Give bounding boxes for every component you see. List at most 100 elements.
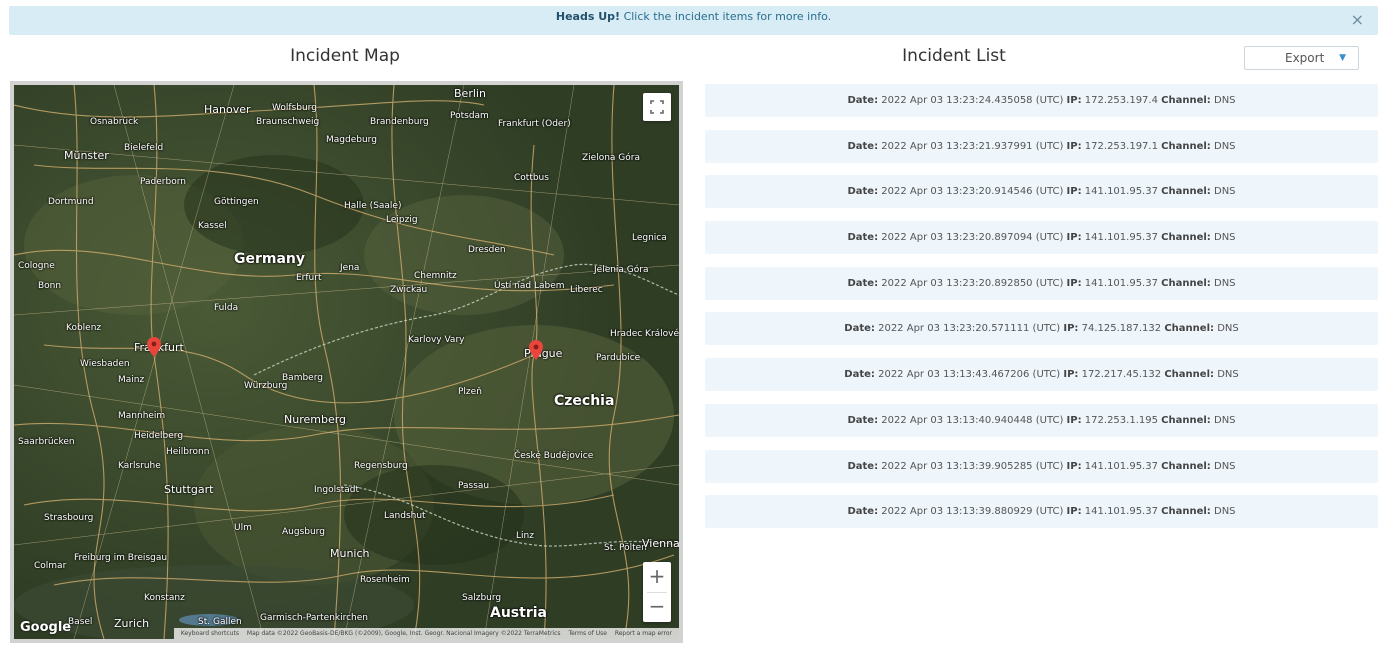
incident-item[interactable]: Date: 2022 Apr 03 13:23:20.897094 (UTC) … (705, 221, 1378, 255)
map-city-label: Leipzig (386, 215, 418, 225)
incident-channel: DNS (1214, 232, 1236, 244)
incident-date: 2022 Apr 03 13:23:20.571111 (UTC) (878, 323, 1061, 335)
close-icon[interactable]: × (1351, 9, 1364, 31)
caret-down-icon: ▼ (1339, 53, 1346, 63)
incident-item[interactable]: Date: 2022 Apr 03 13:23:21.937991 (UTC) … (705, 129, 1378, 163)
incident-ip: 141.101.95.37 (1084, 460, 1158, 472)
incident-date: 2022 Apr 03 13:13:43.467206 (UTC) (878, 369, 1061, 381)
incident-date-label: Date: (847, 506, 879, 518)
map-city-label: Berlin (454, 87, 486, 100)
keyboard-shortcuts-link[interactable]: Keyboard shortcuts (181, 630, 239, 637)
map-city-label: Passau (458, 481, 490, 491)
map-city-label: Wolfsburg (272, 103, 317, 113)
incident-channel: DNS (1214, 140, 1236, 152)
incident-channel-label: Channel: (1161, 186, 1211, 198)
fullscreen-button[interactable] (643, 93, 671, 121)
terms-of-use-link[interactable]: Terms of Use (568, 630, 606, 637)
map-city-label: Erfurt (296, 273, 322, 283)
map-city-label: Czechia (554, 393, 615, 409)
export-button[interactable]: Export ▼ (1244, 46, 1359, 70)
zoom-in-button[interactable]: + (643, 562, 671, 592)
map-city-label: Strasbourg (44, 513, 94, 523)
map-city-label: St. Pölten (604, 543, 647, 553)
map-city-label: Zurich (114, 617, 150, 630)
incident-channel-label: Channel: (1161, 232, 1211, 244)
incident-channel: DNS (1217, 323, 1239, 335)
incident-ip-label: IP: (1066, 95, 1082, 106)
map-city-label: Würzburg (244, 381, 288, 391)
incident-item[interactable]: Date: 2022 Apr 03 13:13:40.940448 (UTC) … (705, 403, 1378, 437)
map-city-label: Karlovy Vary (408, 335, 465, 345)
incident-ip-label: IP: (1066, 186, 1082, 198)
incident-channel: DNS (1214, 186, 1236, 198)
map-city-label: Germany (234, 251, 306, 267)
incident-item[interactable]: Date: 2022 Apr 03 13:23:20.914546 (UTC) … (705, 175, 1378, 209)
incident-channel: DNS (1214, 506, 1236, 518)
map-city-label: Linz (516, 531, 534, 541)
map-city-label: Bamberg (282, 373, 323, 383)
map-city-label: Vienna (642, 537, 680, 550)
incident-ip: 172.253.1.195 (1084, 414, 1158, 426)
incident-ip-label: IP: (1063, 369, 1079, 381)
incident-ip: 141.101.95.37 (1084, 277, 1158, 289)
map-city-label: Liberec (570, 285, 603, 295)
map-city-label: Plzeň (458, 387, 482, 397)
incident-ip-label: IP: (1066, 277, 1082, 289)
map-city-label: Braunschweig (256, 117, 320, 127)
incident-date-label: Date: (847, 140, 879, 152)
map-city-label: Ingolstadt (314, 485, 360, 495)
map-city-label: Zwickau (390, 285, 428, 295)
incident-date: 2022 Apr 03 13:23:24.435058 (UTC) (881, 95, 1064, 106)
map-city-label: Kassel (198, 221, 227, 231)
map-city-label: Garmisch-Partenkirchen (260, 613, 369, 623)
map-city-label: Salzburg (462, 593, 502, 603)
map-city-label: Bonn (38, 281, 62, 291)
incident-item[interactable]: Date: 2022 Apr 03 13:13:39.880929 (UTC) … (705, 495, 1378, 529)
incident-item[interactable]: Date: 2022 Apr 03 13:13:43.467206 (UTC) … (705, 358, 1378, 392)
incident-item[interactable]: Date: 2022 Apr 03 13:23:20.571111 (UTC) … (705, 312, 1378, 346)
incident-ip: 172.217.45.132 (1081, 369, 1162, 381)
incident-date-label: Date: (844, 323, 875, 335)
fullscreen-icon (650, 100, 664, 114)
incident-item[interactable]: Date: 2022 Apr 03 13:13:39.905285 (UTC) … (705, 449, 1378, 483)
map-city-label: Jena (340, 263, 360, 273)
incident-channel-label: Channel: (1161, 506, 1211, 518)
map-marker-pin-prague[interactable] (529, 340, 543, 360)
map-city-label: Hradec Králové (610, 329, 680, 339)
map-city-label: Dortmund (48, 197, 94, 207)
incident-list: Date: 2022 Apr 03 13:23:24.435058 (UTC) … (705, 84, 1378, 541)
map-city-label: Chemnitz (414, 271, 457, 281)
map-city-label: Cologne (18, 261, 55, 271)
incident-date: 2022 Apr 03 13:13:40.940448 (UTC) (881, 414, 1064, 426)
incident-map[interactable]: Berlin Hanover Wolfsburg Potsdam Brandenburg… (10, 81, 683, 643)
incident-ip: 141.101.95.37 (1084, 186, 1158, 198)
map-city-label: Mannheim (118, 411, 166, 421)
map-city-label: Fulda (214, 303, 239, 313)
google-logo: Google (20, 620, 72, 635)
zoom-out-button[interactable]: − (643, 592, 671, 622)
incident-ip-label: IP: (1063, 323, 1079, 335)
incident-ip-label: IP: (1066, 414, 1082, 426)
incident-date: 2022 Apr 03 13:13:39.905285 (UTC) (881, 460, 1064, 472)
map-city-label: Ústí nad Labem (494, 281, 565, 291)
incident-date: 2022 Apr 03 13:23:21.937991 (UTC) (881, 140, 1064, 152)
incident-ip-label: IP: (1066, 232, 1082, 244)
incident-item[interactable]: Date: 2022 Apr 03 13:23:20.892850 (UTC) … (705, 266, 1378, 300)
alert-message: Click the incident items for more info. (623, 10, 832, 23)
incident-date: 2022 Apr 03 13:23:20.897094 (UTC) (881, 232, 1064, 244)
map-marker-pin-frankfurt[interactable] (147, 337, 161, 357)
map-city-label: Mainz (118, 375, 145, 385)
alert-heading: Heads Up! (555, 10, 621, 23)
report-map-error-link[interactable]: Report a map error (615, 630, 672, 637)
incident-date-label: Date: (847, 277, 879, 289)
incident-item[interactable]: Date: 2022 Apr 03 13:23:24.435058 (UTC) … (705, 84, 1378, 117)
incident-ip: 172.253.197.4 (1084, 95, 1158, 106)
zoom-divider (647, 592, 667, 593)
map-city-label: Potsdam (450, 111, 489, 121)
map-city-label: St. Gallen (198, 617, 242, 627)
map-city-label: Jelenia Góra (594, 265, 649, 275)
incident-date-label: Date: (847, 460, 879, 472)
incident-ip: 74.125.187.132 (1081, 323, 1162, 335)
incident-channel: DNS (1214, 460, 1236, 472)
map-city-label: Legnica (632, 233, 667, 243)
